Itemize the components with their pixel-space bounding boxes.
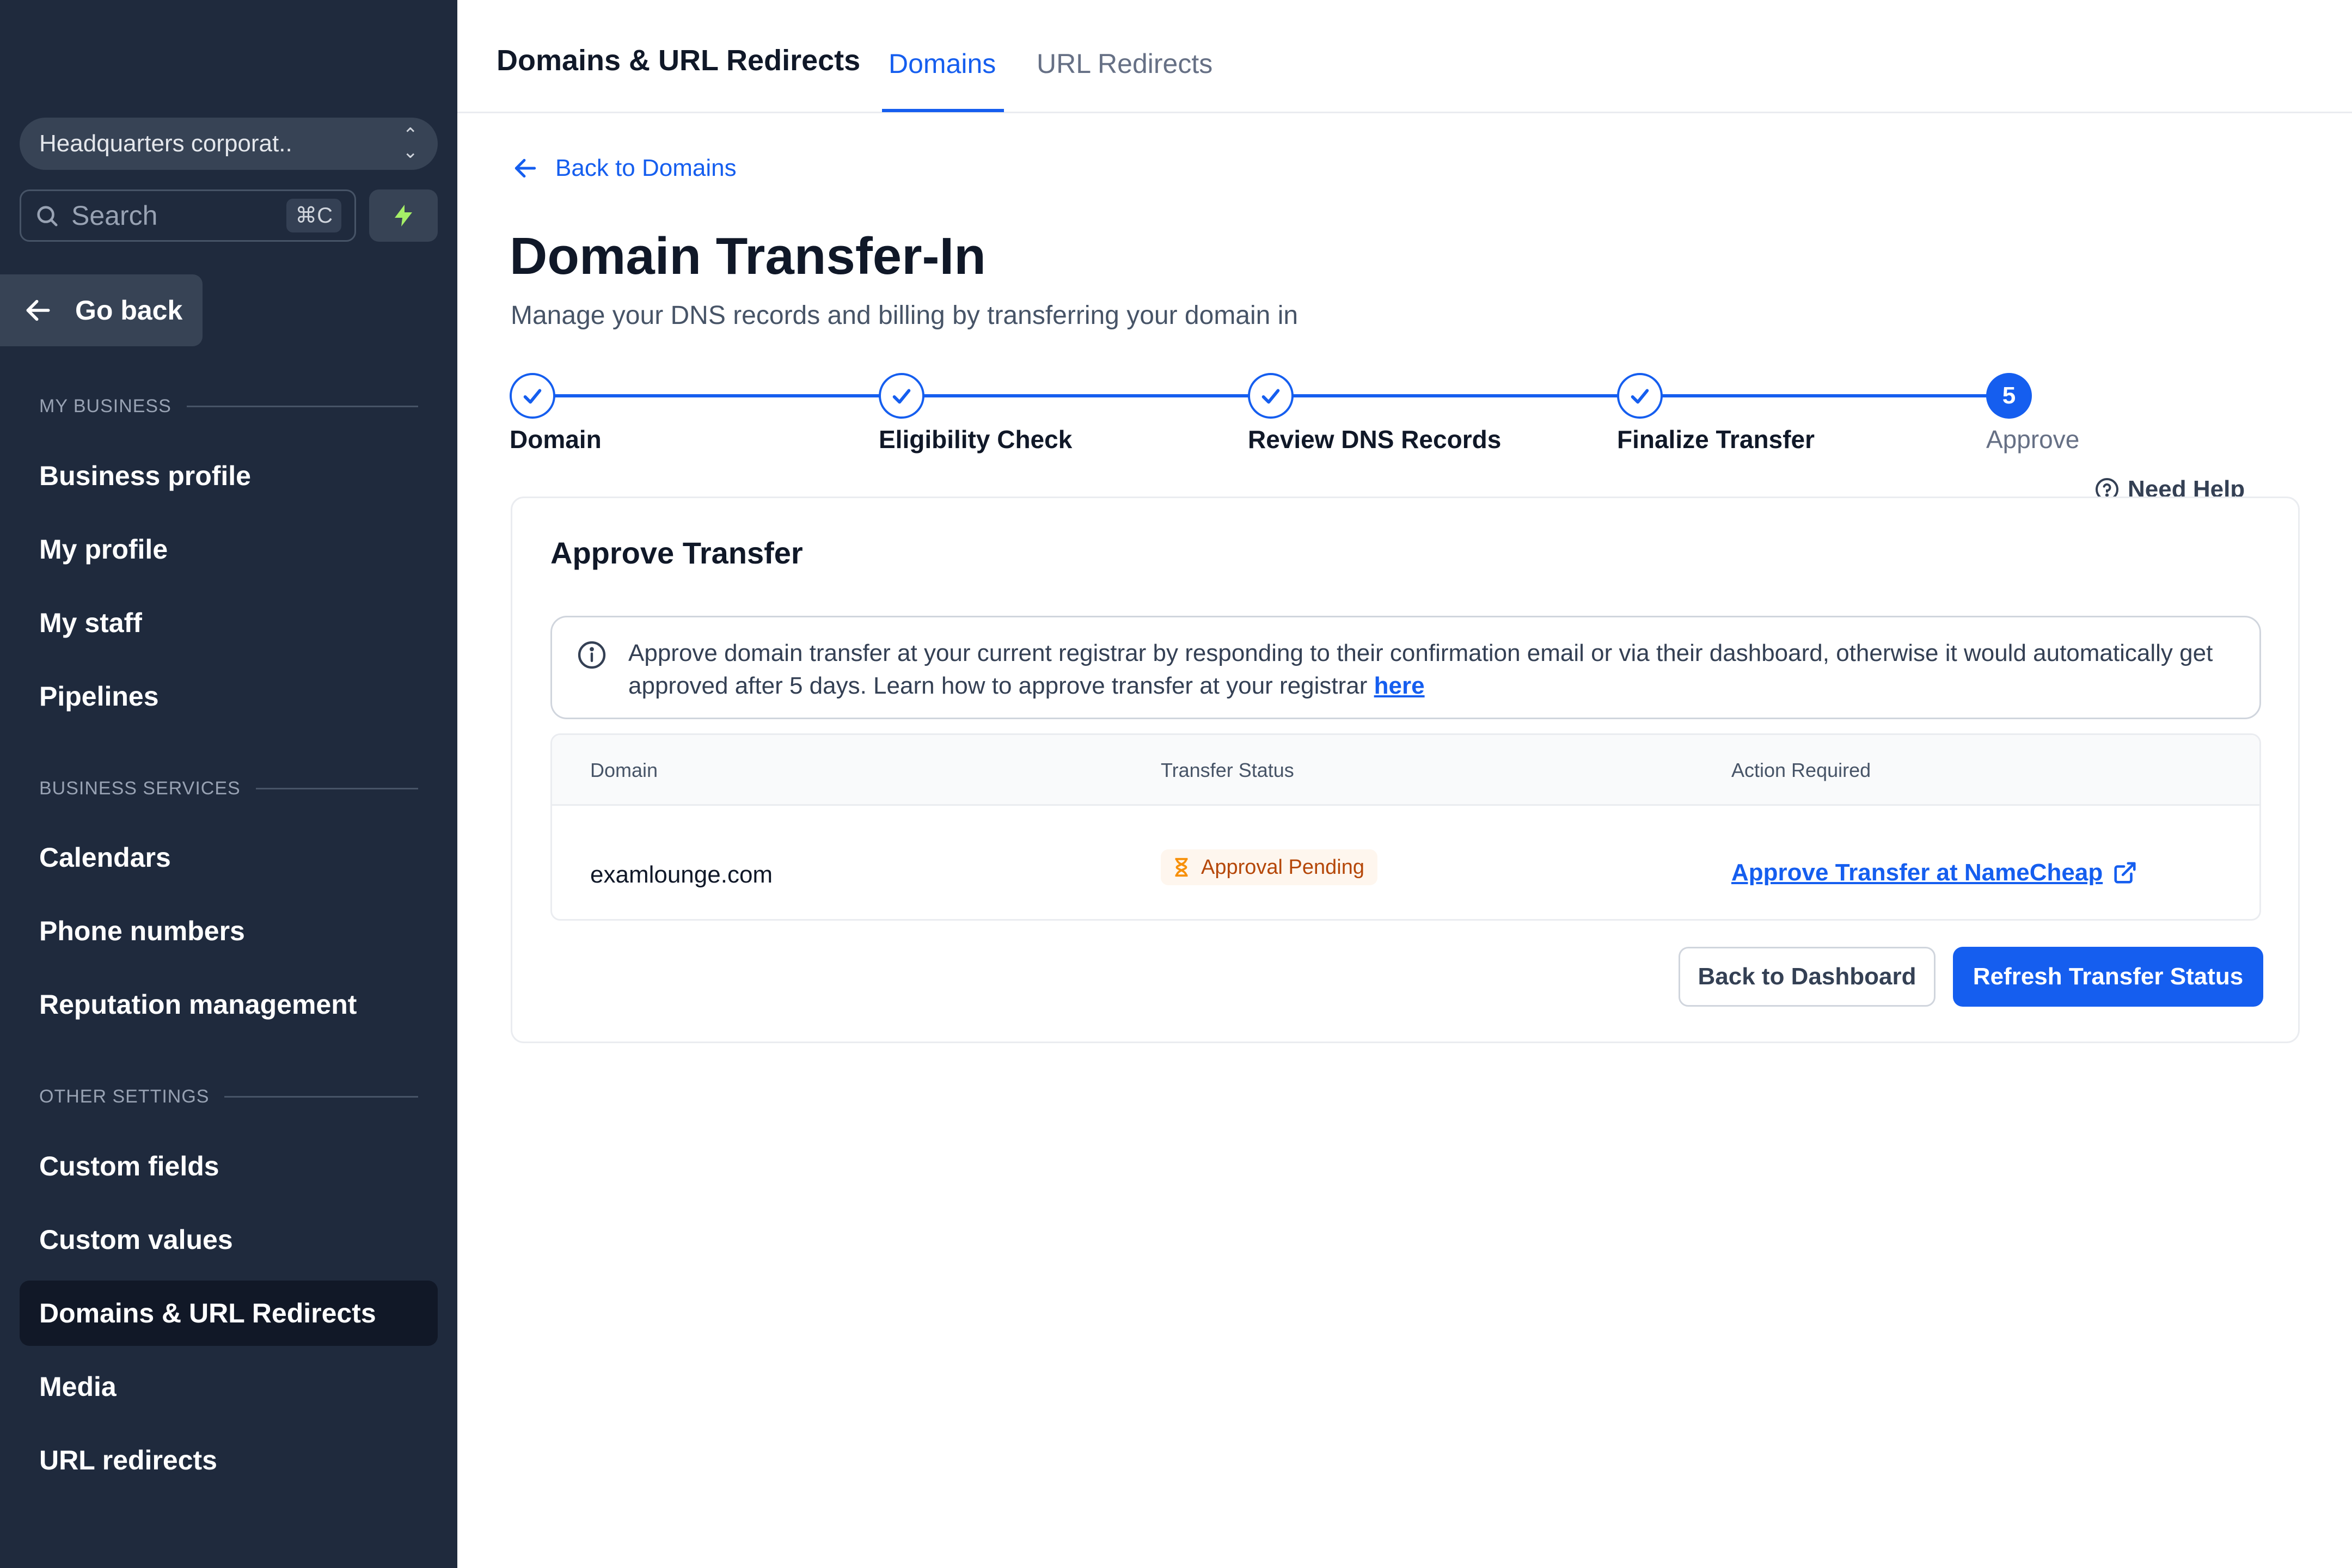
column-header-domain: Domain [590, 759, 658, 781]
external-link-icon [2114, 862, 2136, 884]
status-badge: Approval Pending [1161, 849, 1377, 885]
go-back-label: Go back [75, 295, 183, 326]
check-icon [892, 389, 911, 404]
section-header-my-business: MY BUSINESS [39, 390, 418, 422]
step-1-done [510, 373, 555, 419]
page-subtitle: Manage your DNS records and billing by t… [511, 301, 1298, 330]
sidebar-item-media[interactable]: Media [20, 1354, 438, 1419]
section-header-business-services: BUSINESS SERVICES [39, 772, 418, 805]
step-5-current: 5 [1986, 373, 2032, 419]
step-4-done [1617, 373, 1663, 419]
arrow-left-icon [514, 158, 536, 178]
quick-actions-button[interactable] [369, 189, 438, 242]
sidebar-item-my-profile[interactable]: My profile [20, 517, 438, 582]
sidebar-item-calendars[interactable]: Calendars [20, 825, 438, 890]
page-title: Domain Transfer-In [510, 227, 986, 285]
tab-url-redirects[interactable]: URL Redirects [1037, 48, 1212, 79]
card-title: Approve Transfer [550, 536, 803, 570]
search-input[interactable]: Search ⌘C [20, 189, 356, 242]
sidebar-item-custom-fields[interactable]: Custom fields [20, 1134, 438, 1199]
step-label-approve: Approve [1986, 425, 2080, 454]
refresh-transfer-status-button[interactable]: Refresh Transfer Status [1953, 947, 2263, 1007]
sidebar-item-domains-url-redirects[interactable]: Domains & URL Redirects [20, 1281, 438, 1346]
stepper-connector [553, 394, 881, 397]
step-3-done [1248, 373, 1294, 419]
transfer-table: Domain Transfer Status Action Required e… [550, 733, 2261, 921]
page-section-title: Domains & URL Redirects [497, 44, 861, 77]
section-header-other-settings: OTHER SETTINGS [39, 1080, 418, 1113]
stepper-connector [1661, 394, 1988, 397]
divider [255, 787, 418, 789]
search-icon [37, 206, 58, 226]
info-icon [578, 641, 606, 669]
search-shortcut: ⌘C [286, 199, 341, 232]
hourglass-icon [1175, 857, 1188, 877]
column-header-transfer-status: Transfer Status [1161, 759, 1294, 781]
search-placeholder: Search [71, 200, 158, 231]
approve-transfer-card: Approve Transfer Approve domain transfer… [511, 497, 2300, 1043]
location-label: Headquarters corporat.. [39, 130, 292, 157]
bolt-icon [395, 205, 412, 226]
sidebar-item-pipelines[interactable]: Pipelines [20, 664, 438, 729]
sidebar: Headquarters corporat.. ⌃ ⌄ Search ⌘C Go … [0, 0, 457, 1568]
approve-transfer-link[interactable]: Approve Transfer at NameCheap [1731, 859, 2137, 886]
info-callout: Approve domain transfer at your current … [550, 616, 2261, 719]
active-tab-indicator [882, 109, 1004, 112]
back-to-dashboard-button[interactable]: Back to Dashboard [1679, 947, 1935, 1007]
sidebar-item-my-staff[interactable]: My staff [20, 590, 438, 656]
back-to-domains-link[interactable]: Back to Domains [512, 155, 737, 182]
check-icon [1261, 389, 1280, 404]
approve-transfer-label: Approve Transfer at NameCheap [1731, 859, 2103, 886]
go-back-button[interactable]: Go back [0, 274, 203, 346]
table-header: Domain Transfer Status Action Required [552, 735, 2259, 806]
tab-domains[interactable]: Domains [889, 48, 996, 79]
stepper-connector [922, 394, 1250, 397]
step-label-review-dns-records: Review DNS Records [1248, 425, 1502, 454]
chevron-up-down-icon: ⌃ ⌄ [402, 125, 419, 162]
step-label-eligibility-check: Eligibility Check [879, 425, 1073, 454]
section-title: MY BUSINESS [39, 395, 171, 416]
step-label-domain: Domain [510, 425, 602, 454]
divider [186, 405, 418, 407]
status-badge-label: Approval Pending [1201, 855, 1364, 879]
sidebar-item-business-profile[interactable]: Business profile [20, 443, 438, 509]
sidebar-item-phone-numbers[interactable]: Phone numbers [20, 898, 438, 964]
sidebar-item-reputation-management[interactable]: Reputation management [20, 972, 438, 1037]
check-icon [1631, 389, 1649, 404]
section-title: OTHER SETTINGS [39, 1086, 210, 1107]
domain-cell: examlounge.com [590, 861, 773, 888]
step-label-finalize-transfer: Finalize Transfer [1617, 425, 1815, 454]
arrow-left-icon [26, 299, 50, 321]
sidebar-item-url-redirects[interactable]: URL redirects [20, 1428, 438, 1493]
stepper-connector [1291, 394, 1619, 397]
section-title: BUSINESS SERVICES [39, 777, 241, 799]
step-2-done [879, 373, 924, 419]
registrar-help-link[interactable]: here [1374, 672, 1425, 699]
column-header-action-required: Action Required [1731, 759, 1871, 781]
location-switcher[interactable]: Headquarters corporat.. ⌃ ⌄ [20, 118, 438, 170]
top-bar: Domains & URL Redirects Domains URL Redi… [457, 0, 2352, 113]
check-icon [523, 389, 542, 404]
back-to-domains-label: Back to Domains [555, 155, 737, 181]
divider [224, 1095, 418, 1098]
sidebar-item-custom-values[interactable]: Custom values [20, 1207, 438, 1272]
